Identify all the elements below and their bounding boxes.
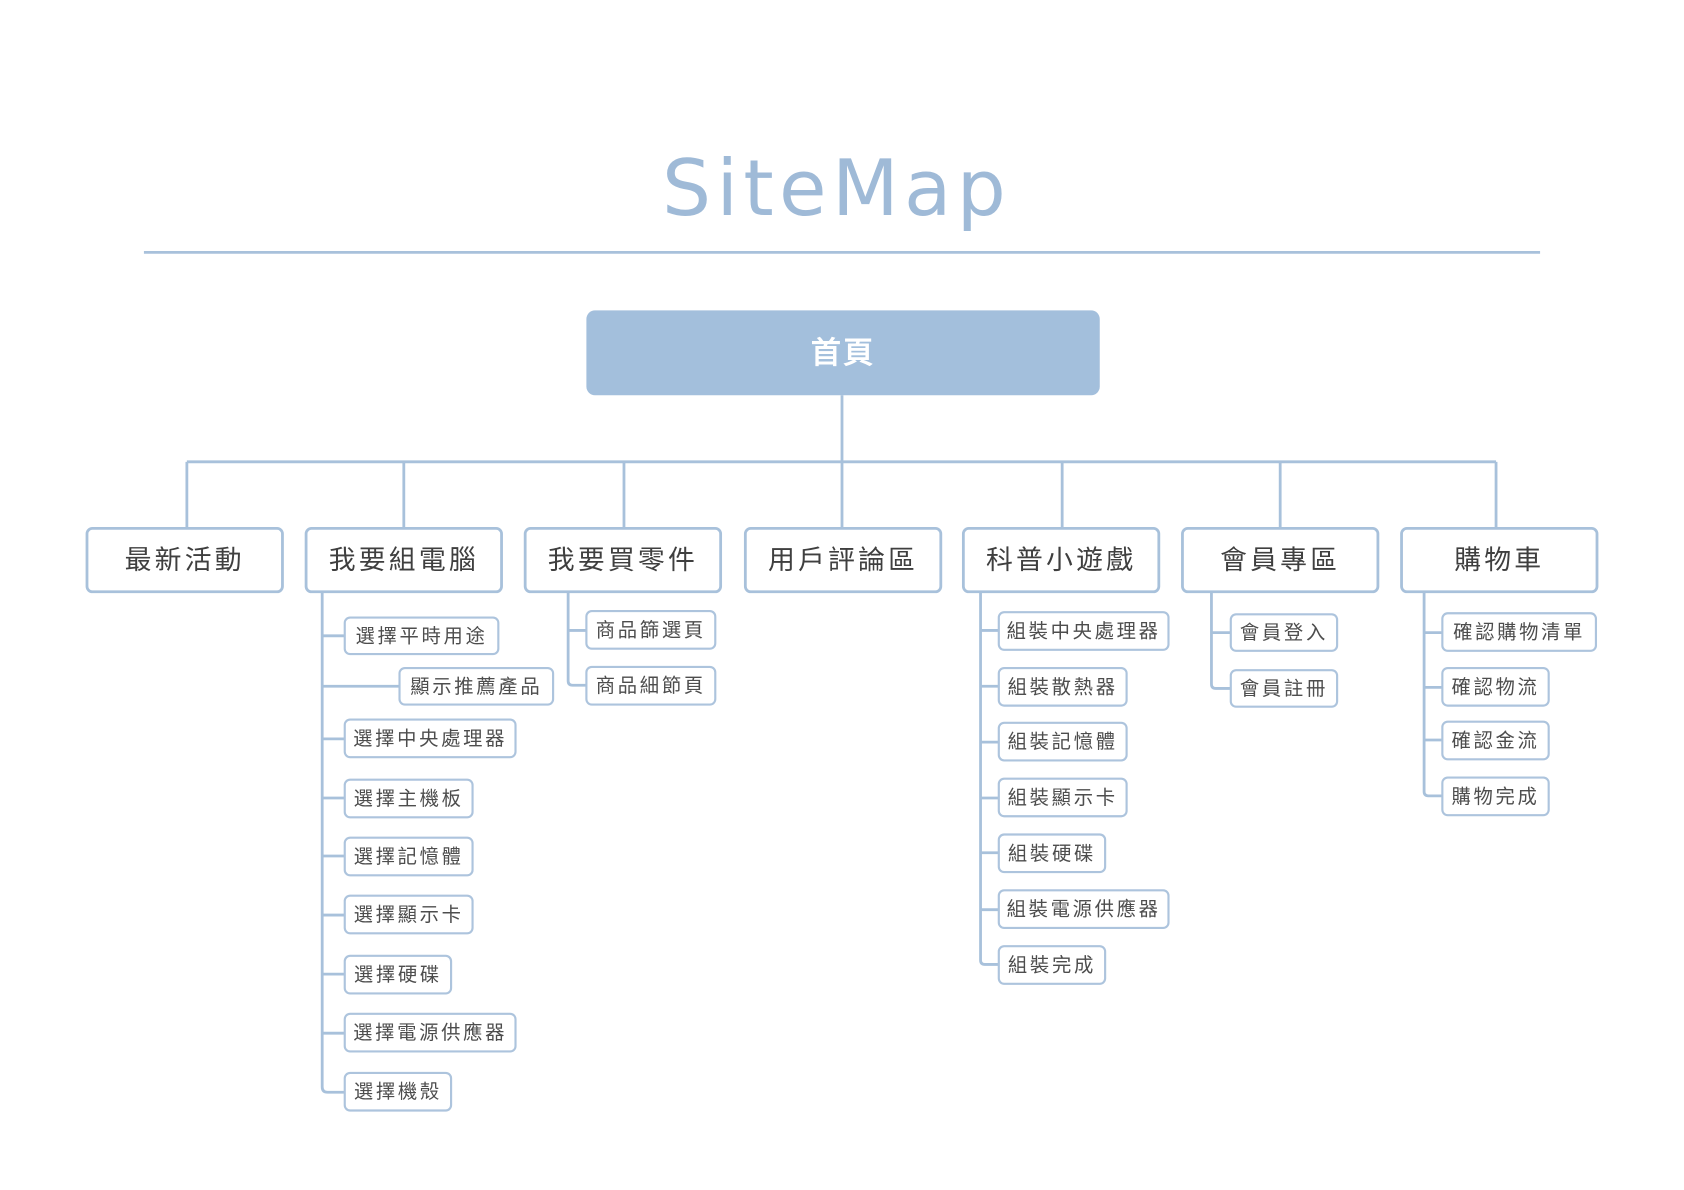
section-label: 會員專區 bbox=[1220, 545, 1340, 576]
subpage-node: 選擇電源供應器 bbox=[343, 1012, 517, 1053]
connector-line bbox=[1210, 591, 1231, 690]
page-title: SiteMap bbox=[662, 144, 1011, 234]
subpage-label: 商品細節頁 bbox=[596, 674, 706, 697]
subpage-label: 選擇記憶體 bbox=[354, 845, 464, 868]
subpage-label: 選擇顯示卡 bbox=[354, 903, 464, 926]
subpage-label: 會員註冊 bbox=[1240, 677, 1328, 700]
section-build-pc: 我要組電腦 選擇平時用途 顯示推薦產品 選擇中央處理器 選擇主機板 選擇記憶體 bbox=[304, 527, 555, 1112]
subpage-node: 組裝記憶體 bbox=[997, 721, 1128, 762]
section-science-games: 科普小遊戲 組裝中央處理器 組裝散熱器 組裝記憶體 組裝顯示卡 組裝硬碟 組裝電… bbox=[961, 527, 1170, 985]
subpage-node: 組裝顯示卡 bbox=[997, 777, 1128, 818]
subpage-node: 組裝中央處理器 bbox=[997, 611, 1170, 651]
subpage-label: 組裝電源供應器 bbox=[1007, 898, 1161, 921]
section-shopping-cart: 購物車 確認購物清單 確認物流 確認金流 購物完成 bbox=[1400, 527, 1599, 817]
subpage-label: 選擇主機板 bbox=[354, 787, 464, 810]
subpage-node: 選擇主機板 bbox=[343, 778, 474, 819]
section-buy-parts: 我要買零件 商品篩選頁 商品細節頁 bbox=[523, 527, 723, 706]
subpage-label: 會員登入 bbox=[1240, 621, 1328, 644]
subpage-node: 組裝完成 bbox=[997, 945, 1107, 985]
subpage-label: 確認購物清單 bbox=[1453, 621, 1585, 644]
section-latest-events: 最新活動 bbox=[85, 527, 284, 594]
root-label: 首頁 bbox=[811, 336, 875, 371]
subpage-label: 選擇機殼 bbox=[354, 1080, 442, 1103]
subpage-label: 確認物流 bbox=[1451, 675, 1539, 698]
section-label: 用戶評論區 bbox=[768, 545, 918, 576]
subpage-node: 選擇機殼 bbox=[343, 1071, 453, 1112]
subpage-label: 選擇平時用途 bbox=[355, 624, 487, 647]
section-label: 購物車 bbox=[1454, 545, 1544, 576]
connector-line bbox=[320, 591, 345, 1094]
subpage-label: 購物完成 bbox=[1451, 785, 1539, 808]
subpage-node: 選擇中央處理器 bbox=[343, 718, 517, 759]
sitemap-diagram: SiteMap 首頁 最新活動 我要組電腦 選擇平時用途 顯示推薦產品 選擇中央… bbox=[85, 144, 1599, 1112]
subpage-node: 顯示推薦產品 bbox=[398, 666, 555, 706]
subpage-node: 組裝電源供應器 bbox=[997, 889, 1170, 930]
subpage-label: 組裝記憶體 bbox=[1008, 730, 1118, 753]
subpage-node: 選擇平時用途 bbox=[343, 616, 500, 656]
connector-line bbox=[566, 591, 587, 687]
subpage-label: 顯示推薦產品 bbox=[410, 675, 542, 698]
subpage-label: 選擇中央處理器 bbox=[353, 727, 507, 750]
subpage-label: 組裝散熱器 bbox=[1008, 675, 1118, 698]
subpage-label: 組裝顯示卡 bbox=[1008, 786, 1118, 809]
subpage-node: 確認物流 bbox=[1441, 666, 1550, 707]
section-label: 我要買零件 bbox=[548, 545, 698, 576]
subpage-node: 選擇記憶體 bbox=[343, 836, 474, 877]
section-label: 最新活動 bbox=[125, 545, 245, 576]
subpage-node: 選擇硬碟 bbox=[343, 954, 453, 995]
subpage-label: 選擇硬碟 bbox=[354, 963, 442, 986]
subpage-label: 組裝中央處理器 bbox=[1007, 619, 1161, 642]
subpage-node: 組裝硬碟 bbox=[997, 833, 1107, 874]
subpage-label: 組裝完成 bbox=[1008, 953, 1096, 976]
subpage-node: 會員登入 bbox=[1229, 613, 1339, 652]
subpage-node: 購物完成 bbox=[1441, 776, 1550, 817]
section-user-reviews: 用戶評論區 bbox=[743, 527, 943, 594]
section-label: 科普小遊戲 bbox=[986, 545, 1136, 576]
connector-line bbox=[1422, 591, 1443, 798]
section-label: 我要組電腦 bbox=[329, 545, 479, 576]
subpage-label: 選擇電源供應器 bbox=[353, 1021, 507, 1044]
subpage-node: 確認金流 bbox=[1441, 720, 1550, 761]
subpage-node: 確認購物清單 bbox=[1441, 612, 1598, 652]
subpage-label: 商品篩選頁 bbox=[596, 618, 706, 641]
subpage-node: 會員註冊 bbox=[1229, 669, 1339, 708]
subpage-node: 選擇顯示卡 bbox=[343, 894, 474, 935]
subpage-label: 組裝硬碟 bbox=[1008, 842, 1096, 865]
trunk-connectors bbox=[185, 395, 1498, 529]
section-member-area: 會員專區 會員登入 會員註冊 bbox=[1181, 527, 1380, 708]
subpage-node: 商品細節頁 bbox=[585, 665, 717, 706]
subpage-label: 確認金流 bbox=[1451, 729, 1539, 752]
root-node: 首頁 bbox=[586, 310, 1100, 396]
subpage-node: 商品篩選頁 bbox=[585, 610, 717, 650]
subpage-node: 組裝散熱器 bbox=[997, 666, 1128, 707]
